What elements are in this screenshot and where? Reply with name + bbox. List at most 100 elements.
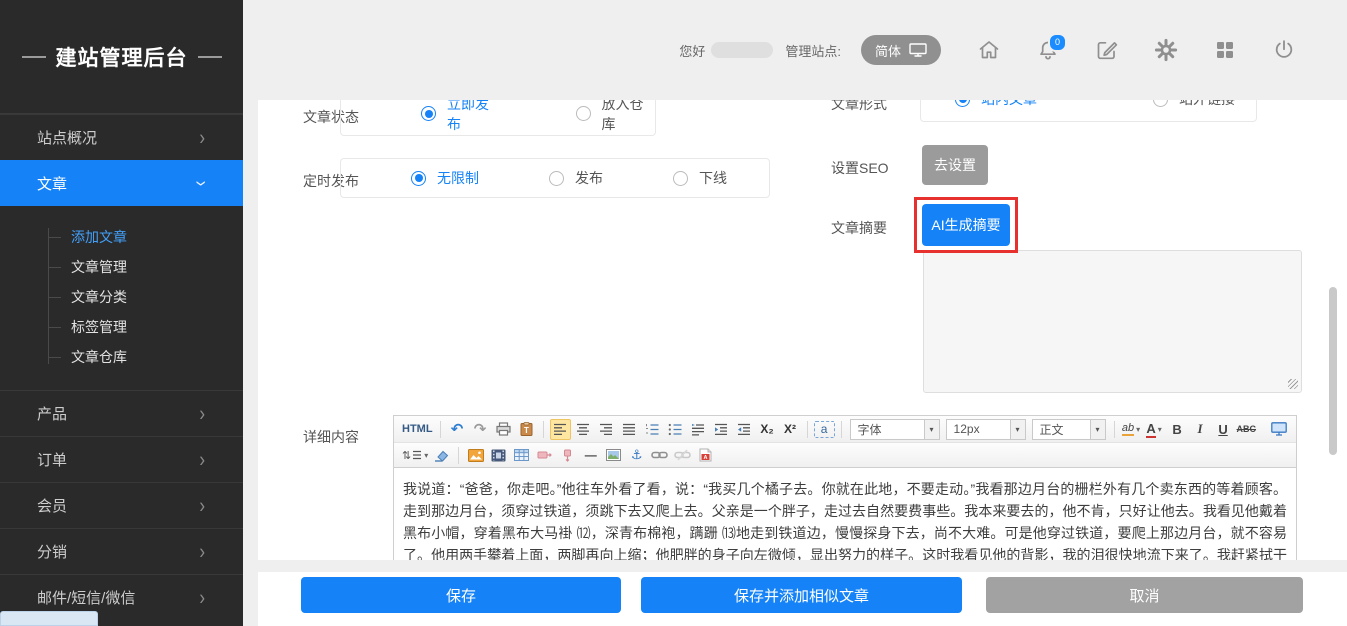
html-source-button[interactable]: HTML (401, 419, 434, 440)
article-type-options: 站内文章 站外链接 (920, 100, 1257, 122)
ordered-list-icon[interactable] (642, 419, 663, 440)
column-break-icon[interactable] (557, 445, 578, 466)
font-family-select[interactable]: 字体 ▾ (850, 419, 940, 440)
align-justify-icon[interactable] (619, 419, 640, 440)
radio-circle (549, 171, 564, 186)
screenshot-icon[interactable] (603, 445, 624, 466)
notifications-bell-icon[interactable]: 0 (1036, 38, 1060, 62)
field-label-seo: 设置SEO (831, 158, 889, 178)
radio-publish[interactable]: 发布 (549, 168, 603, 188)
textarea-resize-handle[interactable] (1288, 379, 1298, 389)
sidebar-item-products[interactable]: 产品 › (0, 390, 243, 436)
schedule-options: 无限制 发布 下线 (340, 158, 770, 198)
paste-as-text-icon[interactable]: T (516, 419, 537, 440)
page-scrollbar-thumb[interactable] (1329, 287, 1337, 455)
chevron-right-icon: › (199, 587, 205, 608)
align-center-icon[interactable] (573, 419, 594, 440)
settings-gear-icon[interactable] (1154, 38, 1178, 62)
toolbar-separator (543, 421, 544, 438)
underline-button[interactable]: U (1213, 419, 1234, 440)
superscript-button[interactable]: X² (780, 419, 801, 440)
font-size-select[interactable]: 12px ▾ (946, 419, 1026, 440)
radio-internal-article[interactable]: 站内文章 (955, 100, 1037, 109)
language-label: 简体 (875, 41, 901, 60)
radio-offline[interactable]: 下线 (673, 168, 727, 188)
sidebar-item-orders[interactable]: 订单 › (0, 436, 243, 482)
radio-label: 发布 (575, 168, 603, 188)
sidebar-item-label: 分销 (37, 541, 67, 562)
undo-icon[interactable]: ↶ (447, 419, 468, 440)
strikethrough-button[interactable]: ABC (1236, 419, 1258, 440)
radio-external-link[interactable]: 站外链接 (1153, 100, 1235, 109)
svg-text:T: T (524, 426, 529, 435)
save-button[interactable]: 保存 (301, 577, 621, 613)
redo-icon[interactable]: ↷ (470, 419, 491, 440)
cancel-button[interactable]: 取消 (986, 577, 1303, 613)
insert-video-icon[interactable] (488, 445, 509, 466)
submenu-item-article-warehouse[interactable]: 文章仓库 (0, 342, 243, 372)
align-left-icon[interactable] (550, 419, 571, 440)
article-status-options: 立即发布 放入仓库 (340, 100, 656, 136)
sidebar-item-distribution[interactable]: 分销 › (0, 528, 243, 574)
chevron-right-icon: › (199, 495, 205, 516)
insert-table-icon[interactable] (511, 445, 532, 466)
annotation-highlight-box (914, 197, 1018, 253)
first-line-indent-icon[interactable] (688, 419, 709, 440)
caret-down-icon: ▾ (1158, 425, 1162, 434)
sidebar-item-articles[interactable]: 文章 › (0, 160, 243, 206)
radio-publish-now[interactable]: 立即发布 (421, 100, 501, 134)
anchor-icon[interactable]: ⚓ (626, 445, 647, 466)
fullscreen-preview-icon[interactable] (1268, 419, 1289, 440)
unordered-list-icon[interactable] (665, 419, 686, 440)
language-switch-button[interactable]: 简体 (861, 35, 941, 65)
greeting-text: 您好 (679, 41, 705, 60)
manage-site-label: 管理站点: (785, 41, 841, 60)
admin-app: 建站管理后台 站点概况 › 文章 › 添加文章 文章管理 文章分类 标签管理 文… (0, 0, 1347, 626)
subscript-button[interactable]: X₂ (757, 419, 778, 440)
caret-down-icon: ▾ (1136, 425, 1140, 434)
save-and-add-similar-button[interactable]: 保存并添加相似文章 (641, 577, 962, 613)
import-word-doc-icon[interactable]: A (695, 445, 716, 466)
anchor-text-button[interactable]: a (814, 421, 835, 438)
radio-label: 立即发布 (447, 100, 501, 134)
submenu-item-article-manage[interactable]: 文章管理 (0, 252, 243, 282)
align-right-icon[interactable] (596, 419, 617, 440)
paragraph-format-select[interactable]: 正文 ▾ (1032, 419, 1106, 440)
seo-settings-button[interactable]: 去设置 (922, 145, 988, 185)
home-icon[interactable] (977, 38, 1001, 62)
sidebar-item-site-overview[interactable]: 站点概况 › (0, 114, 243, 160)
editor-content[interactable]: 我说道：“爸爸，你走吧。”他往车外看了看，说：“我买几个橘子去。你就在此地，不要… (394, 469, 1296, 560)
radio-to-warehouse[interactable]: 放入仓库 (576, 100, 656, 134)
sidebar-item-members[interactable]: 会员 › (0, 482, 243, 528)
submenu-item-article-category[interactable]: 文章分类 (0, 282, 243, 312)
page-break-icon[interactable] (534, 445, 555, 466)
chevron-right-icon: › (199, 449, 205, 470)
insert-image-icon[interactable] (465, 445, 486, 466)
summary-textarea[interactable] (923, 250, 1302, 393)
line-height-button[interactable]: ⇅ ▾ (401, 445, 429, 466)
apps-grid-icon[interactable] (1213, 38, 1237, 62)
articles-submenu: 添加文章 文章管理 文章分类 标签管理 文章仓库 (0, 206, 243, 390)
indent-increase-icon[interactable] (711, 419, 732, 440)
highlight-color-button[interactable]: ab ▾ (1121, 419, 1142, 440)
remove-link-icon[interactable] (672, 445, 693, 466)
font-color-button[interactable]: A ▾ (1144, 419, 1165, 440)
logout-power-icon[interactable] (1272, 38, 1296, 62)
radio-no-limit[interactable]: 无限制 (411, 168, 479, 188)
bold-button[interactable]: B (1167, 419, 1188, 440)
italic-button[interactable]: I (1190, 419, 1211, 440)
radio-label: 下线 (699, 168, 727, 188)
line-height-glyph: ⇅ (402, 449, 411, 462)
indent-decrease-icon[interactable] (734, 419, 755, 440)
print-icon[interactable] (493, 419, 514, 440)
submenu-item-tag-manage[interactable]: 标签管理 (0, 312, 243, 342)
toolbar-separator (440, 421, 441, 438)
radio-circle (1153, 100, 1168, 107)
insert-link-icon[interactable] (649, 445, 670, 466)
app-logo: 建站管理后台 (0, 0, 243, 114)
horizontal-rule-button[interactable]: — (580, 445, 601, 466)
edit-post-icon[interactable] (1095, 38, 1119, 62)
submenu-item-add-article[interactable]: 添加文章 (0, 222, 243, 252)
browser-status-tooltip (0, 611, 98, 626)
format-eraser-icon[interactable] (431, 445, 452, 466)
